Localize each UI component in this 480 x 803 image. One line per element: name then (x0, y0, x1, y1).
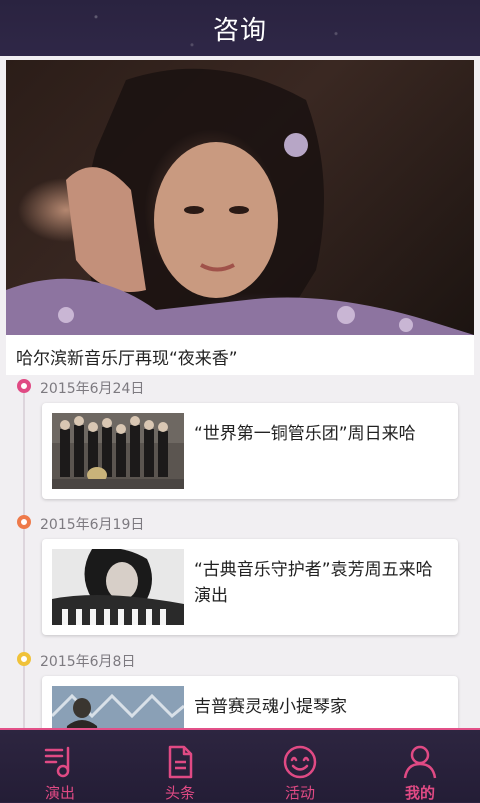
smiley-icon (283, 745, 317, 779)
news-card[interactable]: “古典音乐守护者”袁芳周五来哈演出 (42, 539, 458, 635)
hero-image[interactable] (6, 60, 474, 335)
timeline-dot (17, 652, 31, 666)
tab-performances[interactable]: 演出 (0, 730, 120, 802)
news-card[interactable]: “世界第一铜管乐团”周日来哈 (42, 403, 458, 499)
news-title: “世界第一铜管乐团”周日来哈 (194, 424, 416, 444)
news-feed[interactable]: 哈尔滨新音乐厅再现“夜来香” 2015年6月24日 “世界第一铜管乐团”周日来哈… (0, 56, 480, 728)
news-title: “古典音乐守护者”袁芳周五来哈演出 (194, 560, 433, 606)
news-thumbnail (52, 686, 184, 728)
hero-caption-text: 哈尔滨新音乐厅再现“夜来香” (16, 349, 238, 369)
timeline-date: 2015年6月8日 (40, 654, 136, 670)
document-icon (168, 745, 193, 779)
news-thumbnail (52, 413, 184, 489)
tab-headlines[interactable]: 头条 (120, 730, 240, 802)
hero-photo-illustration (6, 68, 474, 335)
news-thumbnail (52, 549, 184, 625)
timeline-line (23, 381, 25, 728)
hero-caption[interactable]: 哈尔滨新音乐厅再现“夜来香” (6, 335, 474, 375)
page-title: 咨询 (212, 16, 267, 46)
news-card[interactable]: 吉普赛灵魂小提琴家 (42, 676, 458, 728)
music-note-icon (44, 746, 70, 778)
tab-mine[interactable]: 我的 (360, 730, 480, 802)
timeline-dot (17, 515, 31, 529)
timeline-date: 2015年6月19日 (40, 517, 145, 533)
app-header: 咨询 (0, 0, 480, 56)
news-title: 吉普赛灵魂小提琴家 (194, 697, 347, 717)
timeline-date: 2015年6月24日 (40, 381, 145, 397)
tab-activities[interactable]: 活动 (240, 730, 360, 802)
person-icon (403, 745, 437, 779)
bottom-tab-bar: 演出 头条 活动 我的 (0, 728, 480, 802)
timeline-dot (17, 379, 31, 393)
